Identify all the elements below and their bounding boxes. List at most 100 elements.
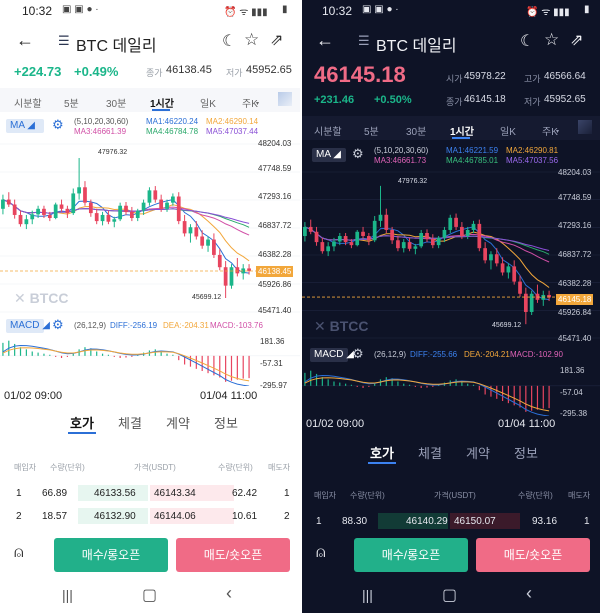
buy-long-button[interactable]: 매수/롱오픈 (54, 538, 168, 572)
current-price-tag: 46138.45 (256, 266, 294, 277)
macd-indicator-select[interactable]: MACD ◢ (6, 319, 50, 333)
ma-params: (5,10,20,30,60) (74, 117, 129, 126)
fullscreen-icon[interactable] (578, 120, 592, 134)
candle-body (390, 229, 394, 241)
open-label: 시가 (446, 74, 463, 84)
settings-gear-icon[interactable]: ⚙ (352, 146, 364, 162)
bell-icon[interactable]: ⍝ (316, 544, 326, 562)
macd-diff: DIFF:-255.66 (410, 350, 458, 359)
star-icon[interactable]: ☆ (544, 30, 559, 50)
x-axis-end: 01/04 11:00 (200, 390, 258, 402)
tab-daily[interactable]: 일K (200, 95, 216, 110)
fullscreen-icon[interactable] (278, 92, 292, 106)
ma4-value: MA4:46785.01 (446, 156, 499, 165)
change-value: +224.73 (14, 64, 62, 79)
candle-body (124, 205, 128, 212)
macd-y-top: 181.36 (260, 337, 285, 346)
battery-icon: ▮ (282, 4, 288, 15)
bid-price[interactable]: 46133.56 (94, 488, 136, 499)
book-tab-orderbook[interactable]: 호가 (370, 443, 394, 462)
back-arrow-icon[interactable]: ← (316, 30, 334, 51)
candle-body (454, 217, 458, 227)
tab-5m[interactable]: 5분 (64, 95, 79, 110)
home-icon[interactable]: ▢ (442, 585, 457, 605)
book-tab-contract[interactable]: 계약 (466, 443, 490, 462)
row-index: 1 (16, 488, 22, 499)
macd-settings-icon[interactable]: ⚙ (352, 346, 364, 362)
tab-30m[interactable]: 30분 (106, 95, 126, 110)
signal-icons: ⏰ ᯤ ▮▮▮ (224, 7, 268, 18)
buy-long-button[interactable]: 매수/롱오픈 (354, 538, 468, 572)
book-tab-trades[interactable]: 체결 (418, 443, 442, 462)
sell-short-button[interactable]: 매도/숏오픈 (476, 538, 590, 572)
share-icon[interactable]: ⇗ (570, 30, 583, 50)
low-label: 저가 (226, 68, 243, 78)
tab-30m[interactable]: 30분 (406, 123, 426, 138)
bid-price[interactable]: 46132.90 (94, 511, 136, 522)
y-tick: 45926.84 (558, 308, 592, 317)
back-arrow-icon[interactable]: ← (16, 30, 34, 51)
ask-price[interactable]: 46150.07 (454, 516, 496, 527)
high-value: 46566.64 (544, 71, 586, 82)
ask-price[interactable]: 46143.34 (154, 488, 196, 499)
ask-price[interactable]: 46144.06 (154, 511, 196, 522)
active-tab-indicator (452, 137, 470, 139)
ma-indicator-select[interactable]: MA ◢ (6, 119, 44, 133)
book-tab-info[interactable]: 정보 (214, 413, 238, 432)
candle-body (42, 208, 46, 215)
menu-lines-icon[interactable]: ☰ (358, 33, 370, 49)
close-label: 종가 (446, 97, 463, 107)
macd-chart[interactable] (0, 334, 300, 386)
book-tab-info[interactable]: 정보 (514, 443, 538, 462)
moon-icon[interactable]: ☾ (222, 31, 236, 51)
back-icon[interactable]: ‹ (226, 583, 232, 604)
tab-daily[interactable]: 일K (500, 123, 516, 138)
home-icon[interactable]: ▢ (142, 585, 157, 605)
y-tick: 46382.28 (558, 279, 592, 288)
macd-settings-icon[interactable]: ⚙ (52, 317, 64, 333)
star-icon[interactable]: ☆ (244, 30, 259, 50)
candle-body (425, 232, 429, 240)
android-nav-bar: ||| ▢ ‹ (302, 577, 600, 613)
ma-indicator-select[interactable]: MA ◢ (312, 148, 346, 162)
menu-lines-icon[interactable]: ☰ (58, 33, 70, 49)
macd-indicator-select[interactable]: MACD ◢ (310, 348, 354, 362)
candle-body (171, 196, 175, 203)
recents-icon[interactable]: ||| (62, 587, 73, 603)
macd-chart[interactable] (302, 364, 600, 416)
dropdown-icon[interactable]: ▾ (556, 128, 559, 135)
col-buyer: 매입자 (14, 463, 37, 472)
tab-5m[interactable]: 5분 (364, 123, 379, 138)
settings-gear-icon[interactable]: ⚙ (52, 117, 64, 133)
tab-1h[interactable]: 1시간 (450, 123, 474, 138)
tab-timeshare[interactable]: 시분할 (314, 123, 342, 138)
candle-body (436, 237, 441, 246)
book-tab-indicator (68, 432, 96, 434)
book-tab-trades[interactable]: 체결 (118, 413, 142, 432)
candle-body (223, 267, 228, 286)
macd-value: MACD:-103.76 (210, 321, 263, 330)
candle-body (24, 219, 29, 225)
col-qty-right: 수량(단위) (218, 463, 253, 472)
ma2-value: MA2:46290.81 (506, 146, 559, 155)
low-annotation: 45699.12 (192, 294, 222, 301)
macd-params: (26,12,9) (374, 350, 407, 359)
candle-body (518, 281, 522, 294)
share-icon[interactable]: ⇗ (270, 30, 283, 50)
sell-short-button[interactable]: 매도/숏오픈 (176, 538, 290, 572)
recents-icon[interactable]: ||| (362, 587, 373, 603)
row-index: 1 (316, 516, 322, 527)
col-buyer: 매입자 (314, 491, 337, 500)
moon-icon[interactable]: ☾ (520, 31, 534, 51)
book-tab-orderbook[interactable]: 호가 (70, 413, 94, 432)
seller-index: 1 (284, 488, 290, 499)
book-tab-contract[interactable]: 계약 (166, 413, 190, 432)
back-icon[interactable]: ‹ (526, 583, 532, 604)
macd-dea-line (2, 347, 250, 382)
high-annotation: 47976.32 (398, 178, 428, 185)
dropdown-icon[interactable]: ▾ (256, 100, 259, 107)
bell-icon[interactable]: ⍝ (14, 544, 24, 562)
bid-price[interactable]: 46140.29 (406, 516, 448, 527)
tab-1h[interactable]: 1시간 (150, 95, 174, 110)
tab-timeshare[interactable]: 시분할 (14, 95, 42, 110)
